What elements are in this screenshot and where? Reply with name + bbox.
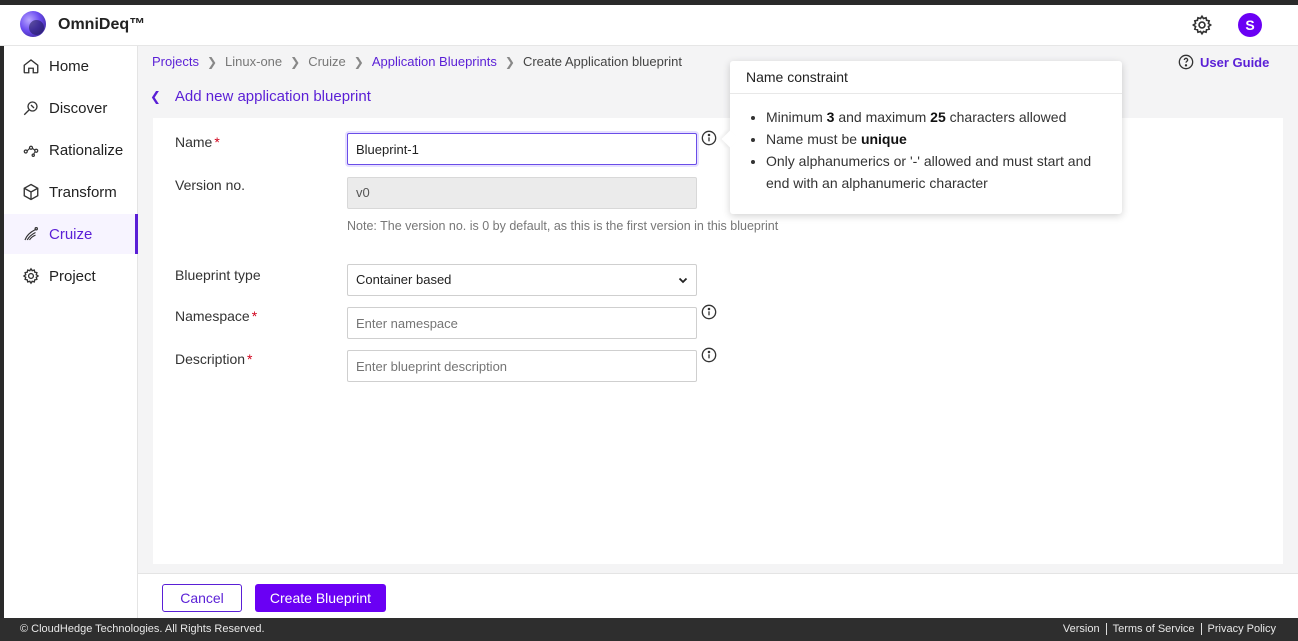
name-constraint-tooltip: Name constraint Minimum 3 and maximum 25… xyxy=(730,61,1122,214)
transform-icon xyxy=(23,183,39,201)
chevron-left-icon: ❮ xyxy=(150,88,161,104)
user-guide-link[interactable]: User Guide xyxy=(1178,54,1269,70)
breadcrumb-projects[interactable]: Projects xyxy=(152,54,199,69)
sidebar-item-label: Transform xyxy=(49,183,117,201)
chevron-right-icon: ❯ xyxy=(290,54,301,69)
info-icon[interactable] xyxy=(701,304,717,320)
user-avatar[interactable]: S xyxy=(1238,13,1262,37)
brand-name: OmniDeq™ xyxy=(58,16,146,33)
copyright-bar: © CloudHedge Technologies. All Rights Re… xyxy=(0,618,1298,641)
help-circle-icon xyxy=(1178,54,1194,70)
blueprint-type-select[interactable]: Container based xyxy=(347,264,697,296)
copyright-text: © CloudHedge Technologies. All Rights Re… xyxy=(20,623,265,635)
footer-link-terms[interactable]: Terms of Service xyxy=(1105,623,1201,635)
breadcrumb: Projects ❯ Linux-one ❯ Cruize ❯ Applicat… xyxy=(152,54,682,69)
chevron-right-icon: ❯ xyxy=(353,54,364,69)
tooltip-rules: Minimum 3 and maximum 25 characters allo… xyxy=(766,106,1112,194)
omnideq-logo-icon[interactable] xyxy=(20,11,46,37)
chevron-right-icon: ❯ xyxy=(504,54,515,69)
footer-link-privacy[interactable]: Privacy Policy xyxy=(1200,623,1282,635)
sidebar-item-label: Cruize xyxy=(49,225,93,243)
namespace-input[interactable] xyxy=(347,307,697,339)
page-title: Add new application blueprint xyxy=(174,88,371,105)
version-note: Note: The version no. is 0 by default, a… xyxy=(347,219,779,233)
chevron-down-icon xyxy=(678,277,688,284)
tooltip-divider xyxy=(730,93,1122,94)
sidebar-item-label: Discover xyxy=(49,99,108,117)
rule-length: Minimum 3 and maximum 25 characters allo… xyxy=(766,106,1112,128)
breadcrumb-cruize: Cruize xyxy=(308,54,346,69)
gear-icon xyxy=(22,267,40,285)
sidebar-item-transform[interactable]: Transform xyxy=(4,172,138,212)
sidebar-item-rationalize[interactable]: Rationalize xyxy=(4,130,138,170)
sidebar-item-label: Rationalize xyxy=(49,141,124,159)
breadcrumb-current: Create Application blueprint xyxy=(522,54,682,69)
sidebar-item-home[interactable]: Home xyxy=(4,46,138,86)
rationalize-icon xyxy=(23,145,39,157)
tooltip-title: Name constraint xyxy=(746,69,848,85)
sidebar-item-label: Project xyxy=(49,267,96,285)
user-guide-label: User Guide xyxy=(1200,54,1270,70)
home-icon xyxy=(23,59,39,74)
sidebar-item-label: Home xyxy=(49,57,90,75)
footer-link-version[interactable]: Version xyxy=(1057,623,1106,635)
required-asterisk: * xyxy=(214,134,220,150)
blueprint-type-value: Container based xyxy=(356,272,452,287)
description-input[interactable] xyxy=(347,350,697,382)
rule-unique: Name must be unique xyxy=(766,128,1112,150)
version-input: v0 xyxy=(347,177,697,209)
name-input[interactable] xyxy=(347,133,697,165)
back-button[interactable]: ❮ Add new application blueprint xyxy=(150,88,371,105)
sidebar-item-discover[interactable]: Discover xyxy=(4,88,138,128)
blueprint-type-label: Blueprint type xyxy=(175,267,261,283)
required-asterisk: * xyxy=(247,351,253,367)
namespace-label: Namespace * xyxy=(175,308,258,324)
top-bar: OmniDeq™ S xyxy=(0,0,1298,46)
discover-icon xyxy=(23,101,38,116)
settings-gear-icon[interactable] xyxy=(1191,14,1213,36)
breadcrumb-linux-one: Linux-one xyxy=(225,54,283,69)
chevron-right-icon: ❯ xyxy=(206,54,218,69)
version-label: Version no. xyxy=(175,177,246,193)
description-label: Description * xyxy=(175,351,253,367)
name-label: Name * xyxy=(175,134,220,150)
cruize-icon xyxy=(24,227,38,241)
create-blueprint-button[interactable]: Create Blueprint xyxy=(255,584,386,612)
info-icon[interactable] xyxy=(701,347,717,363)
cancel-button[interactable]: Cancel xyxy=(162,584,242,612)
breadcrumb-application-blueprints[interactable]: Application Blueprints xyxy=(372,54,497,69)
sidebar-item-cruize[interactable]: Cruize xyxy=(4,214,138,254)
sidebar: Home Discover Rationalize Transform Crui… xyxy=(4,46,138,618)
required-asterisk: * xyxy=(251,308,258,324)
footer-links: Version Terms of Service Privacy Policy xyxy=(1057,623,1282,635)
sidebar-item-project[interactable]: Project xyxy=(4,256,138,296)
rule-characters: Only alphanumerics or '-' allowed and mu… xyxy=(766,150,1112,194)
info-icon[interactable] xyxy=(701,130,717,146)
